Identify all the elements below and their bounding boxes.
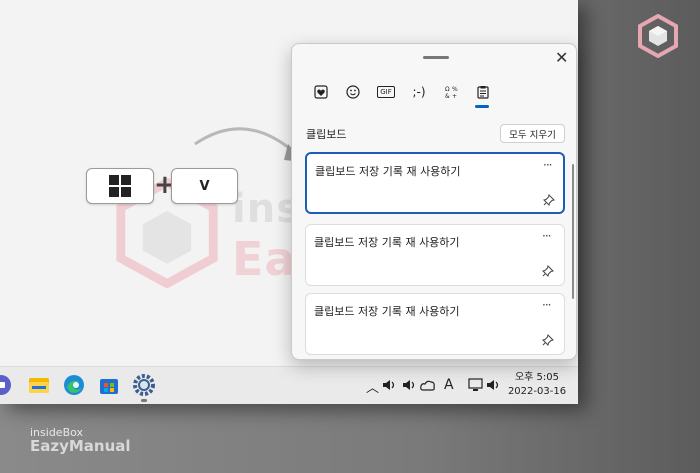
microsoft-store-icon[interactable] xyxy=(98,374,120,396)
pin-icon[interactable] xyxy=(542,265,554,277)
more-options-icon[interactable]: ··· xyxy=(542,229,552,243)
svg-text:&: & xyxy=(445,93,450,99)
clipboard-icon[interactable] xyxy=(472,81,494,103)
brand-text-bottom: EazyManual xyxy=(30,437,131,455)
teams-icon[interactable] xyxy=(0,374,12,396)
windows-key xyxy=(86,168,154,204)
svg-text:%: % xyxy=(452,86,458,93)
ime-indicator[interactable]: A xyxy=(444,377,454,393)
drag-handle[interactable] xyxy=(423,56,449,59)
v-key: V xyxy=(171,168,238,204)
clipboard-item-text: 클립보드 저장 기록 재 사용하기 xyxy=(315,165,461,178)
pin-icon[interactable] xyxy=(543,194,555,206)
settings-gear-icon[interactable] xyxy=(133,374,155,396)
active-app-indicator xyxy=(141,399,147,402)
taskbar: ︿ A 오후 5:05 2022-03-16 xyxy=(0,366,578,404)
clipboard-item[interactable]: 클립보드 저장 기록 재 사용하기 ··· xyxy=(305,152,565,214)
svg-text:+: + xyxy=(452,93,457,99)
clipboard-history-panel: ✕ GIF ;-) Ω% & + 클립보드 모두 지우기 클립보드 저장 기록 재 … xyxy=(291,43,577,360)
clock-time: 오후 5:05 xyxy=(514,372,560,383)
clock-date: 2022-03-16 xyxy=(507,386,567,397)
gif-tab[interactable]: GIF xyxy=(375,81,397,103)
volume-icon[interactable] xyxy=(486,378,500,392)
symbols-icon[interactable]: Ω% & + xyxy=(441,81,463,103)
brand-logo xyxy=(638,14,678,58)
edge-browser-icon[interactable] xyxy=(63,374,85,396)
active-tab-indicator xyxy=(475,105,489,108)
clipboard-item-text: 클립보드 저장 기록 재 사용하기 xyxy=(314,305,460,318)
more-options-icon[interactable]: ··· xyxy=(542,298,552,312)
section-title: 클립보드 xyxy=(306,128,347,141)
chevron-up-icon[interactable]: ︿ xyxy=(366,377,379,396)
speaker-icon[interactable] xyxy=(382,378,396,392)
clipboard-item[interactable]: 클립보드 저장 기록 재 사용하기 ··· xyxy=(305,224,565,286)
gif-icon: GIF xyxy=(377,86,395,98)
clipboard-item-text: 클립보드 저장 기록 재 사용하기 xyxy=(314,236,460,249)
windows-logo-icon xyxy=(109,175,131,197)
taskbar-clock[interactable]: 오후 5:05 2022-03-16 xyxy=(504,371,570,399)
emoji-icon[interactable] xyxy=(342,81,364,103)
more-options-icon[interactable]: ··· xyxy=(543,158,553,172)
svg-text:Ω: Ω xyxy=(445,86,450,93)
kaomoji-icon[interactable]: ;-) xyxy=(408,81,430,103)
file-explorer-icon[interactable] xyxy=(28,374,50,396)
network-monitor-icon[interactable] xyxy=(468,378,484,392)
pin-icon[interactable] xyxy=(542,334,554,346)
clear-all-button[interactable]: 모두 지우기 xyxy=(500,124,565,143)
close-icon[interactable]: ✕ xyxy=(555,48,568,67)
scrollbar[interactable] xyxy=(572,164,574,299)
clipboard-item[interactable]: 클립보드 저장 기록 재 사용하기 ··· xyxy=(305,293,565,355)
emoji-favorites-icon[interactable] xyxy=(310,81,332,103)
speaker-icon-2[interactable] xyxy=(402,378,416,392)
onedrive-cloud-icon[interactable] xyxy=(420,379,436,391)
